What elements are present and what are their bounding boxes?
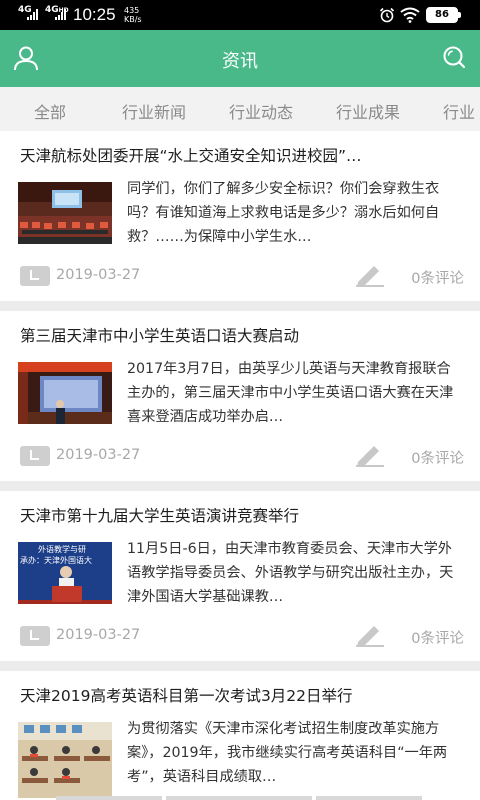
article-thumbnail[interactable]: [18, 722, 112, 798]
article-excerpt: 2017年3月7日，由英孚少儿英语与天津教育报联合主办的，第三届天津市中小学生英…: [127, 361, 454, 425]
news-card[interactable]: 天津航标处团委开展“水上交通安全知识进校园”… 同学们，你们了解多少安全标识？你…: [0, 131, 480, 311]
news-card[interactable]: 天津市第十九届大学生英语演讲竞赛举行 外语教学与研 承办：天津外国语大 11月5…: [0, 491, 480, 671]
thumbnail-caption-1: 外语教学与研: [38, 545, 86, 554]
date-text: 2019-03-27: [56, 627, 141, 643]
app-header: 资讯: [0, 30, 480, 87]
clock-icon: [20, 446, 50, 466]
article-title[interactable]: 天津航标处团委开展“水上交通安全知识进校园”…: [20, 144, 460, 166]
article-excerpt: 11月5日-6日，由天津市教育委员会、天津市大学外语教学指导委员会、外语教学与研…: [127, 541, 454, 605]
page-title: 资讯: [222, 51, 258, 72]
clock-icon: [20, 626, 50, 646]
article-excerpt: 同学们，你们了解多少安全标识？你们会穿救生衣吗？有谁知道海上求救电话是多少？溺水…: [127, 181, 440, 245]
comment-text: 0条评论: [411, 271, 464, 287]
article-title[interactable]: 天津市第十九届大学生英语演讲竞赛举行: [20, 504, 460, 526]
signal-icon-1: [27, 9, 41, 20]
comment-text: 0条评论: [411, 631, 464, 647]
thumbnail-caption-2: 承办：天津外国语大: [20, 556, 92, 565]
article-thumbnail[interactable]: [18, 362, 112, 424]
network-speed: 435 KB/s: [124, 6, 142, 24]
alarm-icon: [379, 7, 395, 27]
search-icon[interactable]: [442, 45, 466, 73]
tab-industry-more[interactable]: 行业: [443, 99, 475, 123]
comment-count[interactable]: 0条评论: [354, 623, 464, 647]
pencil-icon: [354, 263, 386, 291]
news-card[interactable]: 第三届天津市中小学生英语口语大赛启动 2017年3月7日，由英孚少儿英语与天津教…: [0, 311, 480, 491]
tab-industry-updates[interactable]: 行业动态: [229, 99, 293, 123]
article-title[interactable]: 天津2019高考英语科目第一次考试3月22日举行: [20, 684, 460, 706]
wifi-icon: [400, 7, 420, 27]
scroll-indicator: [56, 796, 422, 800]
pencil-icon: [354, 443, 386, 471]
signal-icon-2: [55, 9, 69, 20]
date-text: 2019-03-27: [56, 447, 141, 463]
tab-all[interactable]: 全部: [34, 99, 66, 123]
article-thumbnail[interactable]: [18, 182, 112, 244]
clock-time: 10:25: [73, 5, 116, 24]
status-bar: 4G 4GHD 10:25 435 KB/s 86: [0, 0, 480, 30]
battery-icon: 86: [426, 7, 461, 23]
article-excerpt: 为贯彻落实《天津市深化考试招生制度改革实施方案》，2019年，我市继续实行高考英…: [127, 721, 448, 785]
article-thumbnail[interactable]: 外语教学与研 承办：天津外国语大: [18, 542, 112, 604]
news-card[interactable]: 天津2019高考英语科目第一次考试3月22日举行 为贯彻落实《天津市深化考试招生…: [0, 671, 480, 800]
clock-icon: [20, 266, 50, 286]
comment-count[interactable]: 0条评论: [354, 263, 464, 287]
comment-count[interactable]: 0条评论: [354, 443, 464, 467]
article-title[interactable]: 第三届天津市中小学生英语口语大赛启动: [20, 324, 460, 346]
tab-industry-achievements[interactable]: 行业成果: [336, 99, 400, 123]
date-text: 2019-03-27: [56, 267, 141, 283]
pencil-icon: [354, 623, 386, 651]
news-feed: 天津航标处团委开展“水上交通安全知识进校园”… 同学们，你们了解多少安全标识？你…: [0, 131, 480, 800]
category-tabs: 全部 行业新闻 行业动态 行业成果 行业: [0, 87, 480, 131]
tab-industry-news[interactable]: 行业新闻: [122, 99, 186, 123]
comment-text: 0条评论: [411, 451, 464, 467]
